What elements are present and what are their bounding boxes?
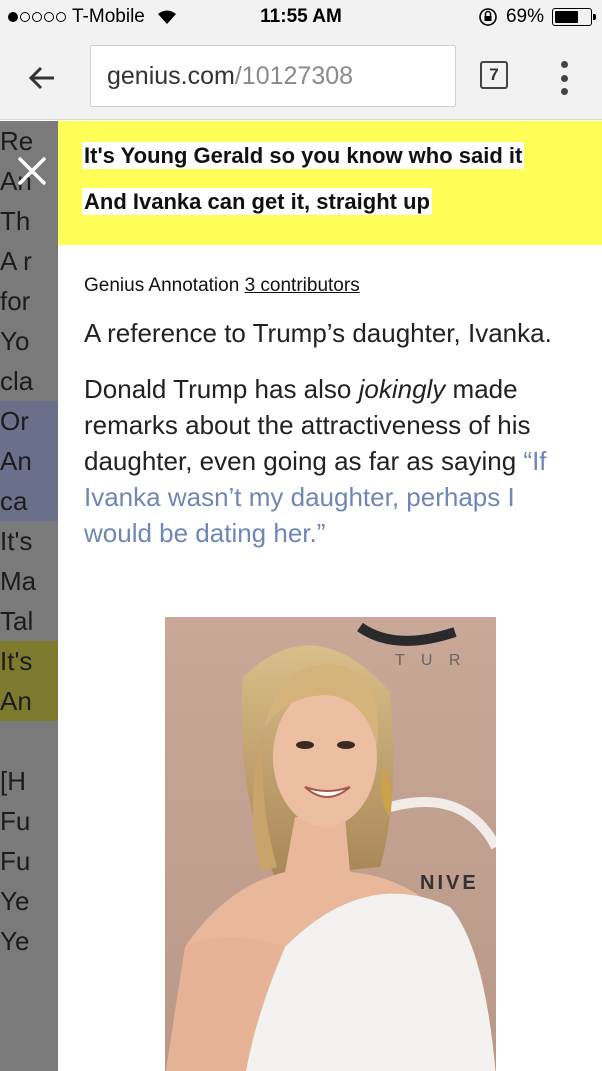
browser-toolbar: genius.com/10127308 7 [0,36,602,120]
background-line: for [0,286,31,316]
status-bar: T-Mobile 11:55 AM 69% [0,0,602,36]
background-line: Tal [0,606,34,636]
background-line: It's [0,526,33,556]
menu-dot [560,88,568,95]
menu-dot [560,61,568,68]
background-line: Ye [0,886,30,916]
photo-backdrop-text: NIVE [420,872,479,894]
contributors-link[interactable]: 3 contributors [245,275,360,296]
para2-start: Donald Trump has also [84,374,359,404]
status-right: 69% [478,6,596,28]
highlighted-lyric: It's Young Gerald so you know who said i… [58,121,602,245]
close-icon[interactable] [12,151,52,191]
address-bar[interactable]: genius.com/10127308 [90,45,456,107]
back-arrow-icon [28,66,54,90]
annotation-paragraph-1: A reference to Trump’s daughter, Ivanka. [84,318,552,348]
annotation-panel: It's Young Gerald so you know who said i… [58,121,602,1071]
ivanka-photo: T U R NIVE [165,617,496,1071]
background-line: [H [0,766,26,796]
annotation-header: Genius Annotation 3 contributors [58,245,602,297]
url-path: /10127308 [234,61,354,90]
background-line: Yo [0,326,30,356]
lyric-line-1: It's Young Gerald so you know who said i… [82,142,525,169]
background-line: A r [0,246,32,276]
background-line: Fu [0,806,31,836]
background-line: An [0,681,58,721]
background-gap [0,721,58,761]
annotation-body: A reference to Trump’s daughter, Ivanka.… [58,297,602,551]
rotation-lock-icon [479,8,497,26]
background-line: Fu [0,846,31,876]
background-line: Th [0,206,31,236]
para2-emphasis: jokingly [358,374,446,404]
lyric-line: And Ivanka can get it, straight up [82,188,586,215]
lyric-line-2: And Ivanka can get it, straight up [82,188,432,215]
photo-backdrop-text: T U R [395,652,466,669]
annotation-paragraph-2: Donald Trump has also jokingly made rema… [84,371,578,551]
battery-icon [552,8,596,26]
background-line: Or [0,401,58,441]
background-line: Ye [0,926,30,956]
battery-percent: 69% [505,6,544,27]
overflow-menu-button[interactable] [548,58,580,98]
lyric-line: It's Young Gerald so you know who said i… [82,142,586,169]
annotation-label: Genius Annotation [84,275,240,296]
tab-switcher-button[interactable]: 7 [480,61,508,89]
background-line: ca [0,481,58,521]
background-line: Ma [0,566,37,596]
background-lyrics: Re An Th A r for Yo cla Or An ca It's Ma… [0,121,58,961]
back-button[interactable] [22,58,62,98]
background-line: It's [0,641,58,681]
url-domain: genius.com [107,61,235,90]
background-line: cla [0,366,34,396]
background-line: An [0,441,58,481]
menu-dot [560,74,568,82]
